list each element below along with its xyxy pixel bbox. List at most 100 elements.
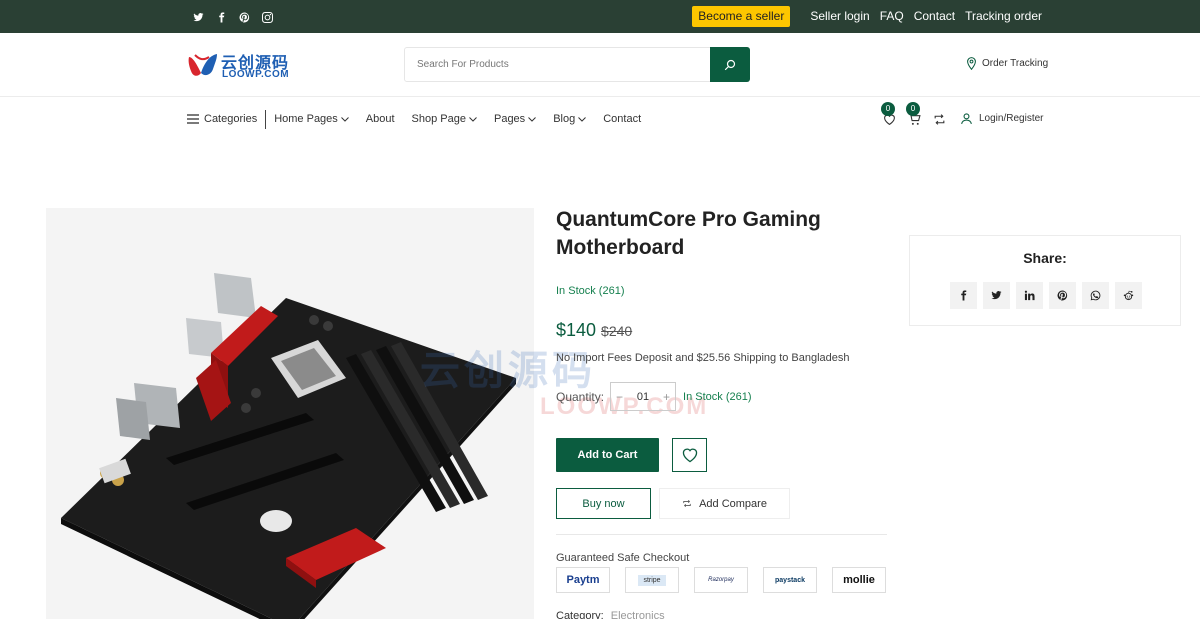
share-reddit-button[interactable] (1115, 282, 1142, 309)
logo-text-en: LOOWP.COM (222, 69, 290, 80)
add-compare-button[interactable]: Add Compare (659, 488, 790, 519)
share-icons (950, 282, 1148, 309)
site-logo[interactable]: 云创源码 LOOWP.COM (187, 49, 297, 83)
nav-item-label: Pages (493, 113, 526, 125)
paystack-logo-text: paystack (775, 576, 805, 584)
stock-status: In Stock (261) (556, 285, 625, 297)
login-register-link[interactable]: Login/Register (960, 112, 1043, 125)
share-box: Share: (909, 235, 1181, 326)
share-whatsapp-button[interactable] (1082, 282, 1109, 309)
top-bar: Become a seller Seller login FAQ Contact… (0, 0, 1200, 33)
shipping-info: No Import Fees Deposit and $25.56 Shippi… (556, 352, 850, 364)
reddit-icon (1123, 290, 1134, 301)
contact-link[interactable]: Contact (914, 6, 955, 27)
whatsapp-icon (1090, 290, 1101, 301)
facebook-icon[interactable] (210, 9, 232, 25)
paystack-logo: paystack (763, 567, 817, 593)
stripe-logo-text: stripe (638, 574, 666, 586)
paytm-logo-text: Paytm (566, 574, 600, 586)
search-button[interactable] (710, 47, 750, 82)
share-facebook-button[interactable] (950, 282, 977, 309)
payment-methods: Paytm stripe Razorpay paystack mollie (556, 567, 886, 593)
quantity-increase-button[interactable]: + (663, 390, 670, 404)
quantity-value[interactable]: 01 (637, 391, 649, 403)
mollie-logo: mollie (832, 567, 886, 593)
become-seller-button[interactable]: Become a seller (692, 6, 791, 27)
heart-icon (682, 448, 697, 463)
quantity-label: Quantity: (556, 389, 605, 404)
faq-link[interactable]: FAQ (880, 6, 904, 27)
tracking-order-link[interactable]: Tracking order (965, 6, 1042, 27)
search-icon (724, 59, 736, 70)
checkout-divider (556, 534, 887, 535)
buy-now-button[interactable]: Buy now (556, 488, 651, 519)
share-linkedin-button[interactable] (1016, 282, 1043, 309)
nav-item-label: Shop Page (411, 113, 466, 125)
order-tracking-label: Order Tracking (982, 58, 1049, 69)
wishlist-count-badge: 0 (881, 102, 895, 116)
add-compare-label: Add Compare (699, 497, 767, 510)
category-label: Category: (556, 610, 604, 619)
nav-item-shop-page[interactable]: Shop Page (412, 113, 477, 125)
nav-item-contact[interactable]: Contact (603, 113, 641, 125)
categories-button[interactable]: Categories (187, 109, 267, 129)
compare-icon (934, 113, 944, 125)
twitter-icon[interactable] (187, 9, 209, 25)
pinterest-icon (1057, 290, 1068, 301)
nav-item-label: Blog (553, 113, 576, 125)
categories-label: Categories (204, 113, 258, 125)
price-row: $140 $240 (556, 320, 632, 341)
razorpay-logo-text: Razorpay (708, 577, 734, 583)
seller-login-link[interactable]: Seller login (810, 6, 869, 27)
location-pin-icon (967, 57, 976, 70)
quantity-row: Quantity: − 01 + In Stock (261) (556, 382, 752, 411)
share-pinterest-button[interactable] (1049, 282, 1076, 309)
add-to-cart-button[interactable]: Add to Cart (556, 438, 659, 472)
compare-icon (683, 499, 691, 508)
order-tracking-link[interactable]: Order Tracking (966, 57, 1048, 70)
mollie-logo-text: mollie (843, 574, 875, 586)
cart-button[interactable]: 0 (905, 102, 923, 128)
header-icons: 0 0 (880, 102, 955, 134)
main-nav: Categories Home Pages About Shop Page Pa… (187, 109, 658, 129)
wishlist-button[interactable]: 0 (880, 102, 898, 128)
chevron-down-icon (340, 116, 349, 122)
nav-item-about[interactable]: About (366, 113, 395, 125)
facebook-icon (961, 290, 967, 301)
nav-item-label: Home Pages (274, 113, 338, 125)
linkedin-icon (1024, 290, 1035, 301)
nav-item-label: About (365, 113, 395, 125)
add-to-wishlist-button[interactable] (672, 438, 707, 472)
guaranteed-checkout-label: Guaranteed Safe Checkout (556, 552, 690, 564)
top-links: Become a seller Seller login FAQ Contact… (692, 6, 1042, 27)
nav-item-home-pages[interactable]: Home Pages (274, 113, 349, 125)
motherboard-image (61, 273, 516, 619)
pinterest-icon[interactable] (233, 9, 255, 25)
instagram-icon[interactable] (256, 9, 278, 25)
nav-item-blog[interactable]: Blog (553, 113, 587, 125)
compare-button[interactable] (930, 110, 948, 128)
twitter-icon (991, 291, 1002, 300)
product-title: QuantumCore Pro Gaming Motherboard (556, 208, 821, 259)
login-register-label: Login/Register (979, 113, 1044, 124)
razorpay-logo: Razorpay (694, 567, 748, 593)
search-input[interactable] (405, 48, 710, 81)
chevron-down-icon (578, 116, 587, 122)
paytm-logo: Paytm (556, 567, 610, 593)
search-bar (404, 47, 750, 82)
nav-item-pages[interactable]: Pages (493, 113, 537, 125)
menu-icon (187, 114, 199, 124)
category-row: Category: Electronics (556, 610, 665, 619)
chevron-down-icon (469, 116, 477, 122)
category-link[interactable]: Electronics (611, 610, 665, 619)
share-title: Share: (1023, 250, 1067, 266)
share-twitter-button[interactable] (983, 282, 1010, 309)
chevron-down-icon (528, 116, 537, 122)
product-image[interactable] (46, 208, 534, 619)
user-icon (961, 113, 972, 125)
nav-item-label: Contact (603, 113, 642, 125)
old-price: $240 (601, 323, 633, 339)
quantity-decrease-button[interactable]: − (616, 390, 623, 404)
logo-mark-icon (188, 54, 217, 76)
quantity-stepper[interactable]: − 01 + (610, 382, 677, 411)
